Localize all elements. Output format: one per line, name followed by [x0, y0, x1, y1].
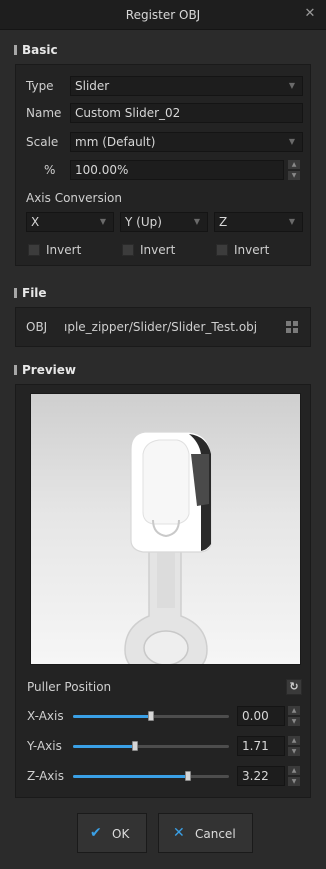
x-axis-slider-thumb[interactable]	[148, 711, 154, 721]
invert-x-label: Invert	[46, 243, 82, 257]
x-axis-label: X-Axis	[27, 709, 64, 723]
close-icon[interactable]: ✕	[303, 6, 317, 22]
checkbox-box[interactable]	[122, 244, 134, 256]
axis-conversion-label: Axis Conversion	[26, 191, 122, 205]
name-input[interactable]: Custom Slider_02	[70, 103, 303, 123]
percent-label: %	[44, 163, 56, 177]
type-label: Type	[26, 79, 54, 93]
chevron-down-icon: ▼	[288, 217, 296, 226]
name-label: Name	[26, 106, 62, 120]
invert-z-label: Invert	[234, 243, 270, 257]
scale-label: Scale	[26, 135, 59, 149]
z-axis-input[interactable]: 3.22	[237, 766, 285, 786]
model-preview-viewport[interactable]	[30, 393, 301, 665]
zipper-slider-model	[124, 431, 212, 664]
z-axis-stepper[interactable]: ▲ ▼	[288, 766, 300, 786]
section-preview-heading: Preview	[14, 362, 76, 378]
y-axis-label: Y-Axis	[27, 739, 62, 753]
y-axis-stepper[interactable]: ▲ ▼	[288, 736, 300, 756]
puller-hole	[143, 630, 189, 664]
chevron-down-icon: ▼	[288, 81, 296, 90]
axis-z-dropdown[interactable]: Z ▼	[214, 212, 303, 232]
puller-shaft	[157, 550, 175, 608]
z-axis-slider-fill	[73, 775, 188, 778]
chevron-down-icon: ▼	[99, 217, 107, 226]
z-axis-label: Z-Axis	[27, 769, 64, 783]
stepper-down-icon[interactable]: ▼	[288, 747, 300, 756]
y-axis-input[interactable]: 1.71	[237, 736, 285, 756]
checkbox-box[interactable]	[216, 244, 228, 256]
percent-input[interactable]: 100.00%	[70, 160, 284, 180]
stepper-down-icon[interactable]: ▼	[288, 171, 300, 180]
stepper-down-icon[interactable]: ▼	[288, 777, 300, 786]
cancel-x-icon: ✕	[173, 825, 185, 841]
axis-x-dropdown[interactable]: X ▼	[26, 212, 114, 232]
invert-x-checkbox[interactable]: Invert	[28, 242, 108, 258]
type-value: Slider	[75, 79, 110, 93]
chevron-down-icon: ▼	[288, 137, 296, 146]
stepper-up-icon[interactable]: ▲	[288, 706, 300, 715]
ok-label: OK	[112, 827, 130, 841]
y-axis-slider-track[interactable]	[73, 745, 229, 748]
checkmark-icon: ✔	[90, 825, 102, 841]
title-bar: Register OBJ ✕	[0, 0, 326, 30]
axis-y-value: Y (Up)	[125, 215, 162, 229]
cancel-label: Cancel	[195, 827, 236, 841]
scale-value: mm (Default)	[75, 135, 156, 149]
y-axis-slider-fill	[73, 745, 135, 748]
ok-button[interactable]: ✔ OK	[77, 813, 147, 853]
stepper-down-icon[interactable]: ▼	[288, 717, 300, 726]
invert-y-label: Invert	[140, 243, 176, 257]
x-axis-input[interactable]: 0.00	[237, 706, 285, 726]
stepper-up-icon[interactable]: ▲	[288, 736, 300, 745]
scale-dropdown[interactable]: mm (Default) ▼	[70, 132, 303, 152]
x-axis-slider-fill	[73, 715, 151, 718]
stepper-up-icon[interactable]: ▲	[288, 160, 300, 169]
checkbox-box[interactable]	[28, 244, 40, 256]
browse-grid-icon[interactable]	[284, 319, 300, 335]
y-axis-slider-thumb[interactable]	[132, 741, 138, 751]
stepper-up-icon[interactable]: ▲	[288, 766, 300, 775]
invert-z-checkbox[interactable]: Invert	[216, 242, 296, 258]
chevron-down-icon: ▼	[193, 217, 201, 226]
axis-y-dropdown[interactable]: Y (Up) ▼	[120, 212, 208, 232]
percent-stepper[interactable]: ▲ ▼	[288, 160, 300, 180]
cancel-button[interactable]: ✕ Cancel	[158, 813, 253, 853]
z-axis-slider-thumb[interactable]	[185, 771, 191, 781]
invert-y-checkbox[interactable]: Invert	[122, 242, 202, 258]
axis-z-value: Z	[219, 215, 228, 229]
section-basic-heading: Basic	[14, 42, 58, 58]
slider-cap	[142, 439, 190, 525]
window-title: Register OBJ	[125, 8, 201, 22]
reset-icon[interactable]: ↻	[286, 679, 302, 695]
x-axis-stepper[interactable]: ▲ ▼	[288, 706, 300, 726]
type-dropdown[interactable]: Slider ▼	[70, 76, 303, 96]
puller-position-label: Puller Position	[27, 680, 112, 694]
obj-label: OBJ	[26, 320, 48, 334]
z-axis-slider-track[interactable]	[73, 775, 229, 778]
section-file-heading: File	[14, 285, 47, 301]
axis-x-value: X	[31, 215, 40, 229]
obj-path: ıple_zipper/Slider/Slider_Test.obj	[64, 320, 258, 334]
